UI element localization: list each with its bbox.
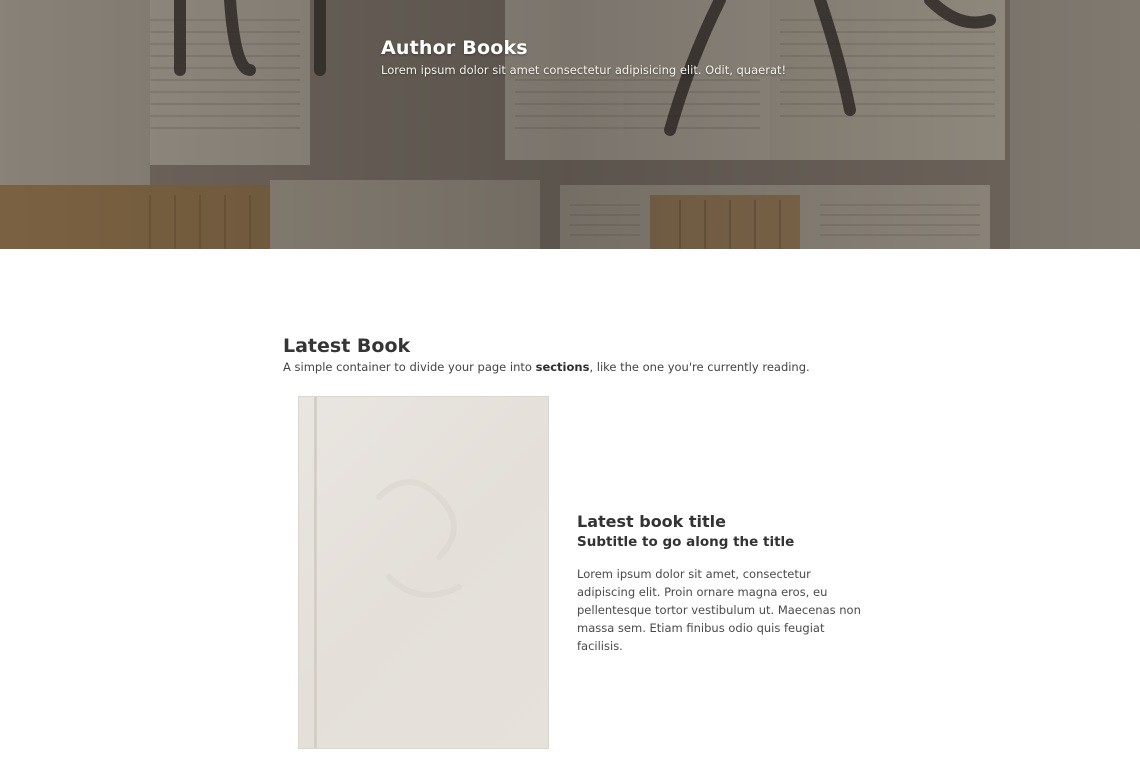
- hero-overlay: [0, 0, 1140, 249]
- book-description: Lorem ipsum dolor sit amet, consectetur …: [577, 567, 861, 653]
- hero-subtitle: Lorem ipsum dolor sit amet consectetur a…: [381, 63, 787, 77]
- section-desc-text-2: , like the one you're currently reading.: [589, 360, 810, 374]
- book-spine-line: [314, 397, 317, 748]
- book-cover-image: [298, 396, 549, 749]
- book-emboss-pattern: [376, 479, 462, 598]
- section-desc-bold: sections: [535, 360, 590, 374]
- book-title: Latest book title: [577, 512, 726, 531]
- book-subtitle: Subtitle to go along the title: [577, 534, 795, 550]
- section-title: Latest Book: [283, 335, 411, 357]
- section-description: A simple container to divide your page i…: [283, 360, 810, 374]
- section-desc-text-1: A simple container to divide your page i…: [283, 360, 536, 374]
- hero-title: Author Books: [381, 37, 528, 59]
- hero-banner: Author Books Lorem ipsum dolor sit amet …: [0, 0, 1140, 249]
